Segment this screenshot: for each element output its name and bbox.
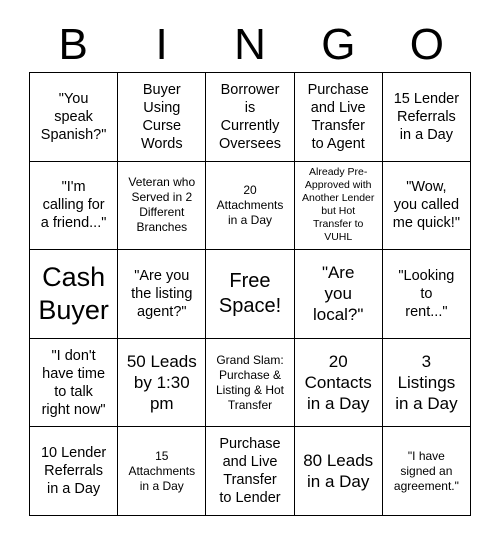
bingo-cell-r1-c2[interactable]: Buyer Using Curse Words [118, 73, 207, 162]
bingo-cell-label: "Are you the listing agent?" [131, 267, 193, 320]
bingo-cell-label: "You speak Spanish?" [40, 90, 107, 143]
bingo-cell-label: "Wow, you called me quick!" [392, 179, 460, 232]
bingo-cell-r5-c1[interactable]: 10 Lender Referrals in a Day [30, 427, 119, 516]
bingo-cell-r1-c3[interactable]: Borrower is Currently Oversees [206, 73, 295, 162]
bingo-cell-label: 20 Contacts in a Day [304, 352, 372, 414]
bingo-free-space-cell[interactable]: Free Space! [206, 250, 295, 339]
bingo-cell-r1-c4[interactable]: Purchase and Live Transfer to Agent [294, 73, 383, 162]
bingo-header-letter-g: G [321, 20, 356, 69]
bingo-cell-label: "I don't have time to talk right now" [41, 347, 106, 418]
bingo-cell-label: Veteran who Served in 2 Different Branch… [128, 175, 196, 235]
bingo-cell-r4-c5[interactable]: 3 Listings in a Day [382, 338, 471, 428]
bingo-cell-r2-c3[interactable]: 20 Attachments in a Day [206, 161, 295, 251]
bingo-cell-r5-c2[interactable]: 15 Attachments in a Day [118, 427, 207, 516]
bingo-cell-label: Purchase and Live Transfer to Agent [307, 81, 369, 152]
bingo-cell-r5-c4[interactable]: 80 Leads in a Day [294, 427, 383, 516]
bingo-cell-label: 50 Leads by 1:30 pm [126, 352, 197, 414]
bingo-cell-r5-c5[interactable]: "I have signed an agreement." [382, 427, 471, 516]
bingo-cell-r1-c1[interactable]: "You speak Spanish?" [30, 73, 119, 162]
bingo-header-letter-o: O [409, 20, 444, 69]
bingo-grid: "You speak Spanish?" Buyer Using Curse Wo… [29, 72, 471, 516]
bingo-cell-r4-c3[interactable]: Grand Slam: Purchase & Listing & Hot Tra… [206, 338, 295, 428]
bingo-cell-label: Purchase and Live Transfer to Lender [219, 436, 281, 507]
bingo-card: B I N G O "You speak Spanish?" Buyer Usin… [0, 0, 500, 544]
bingo-cell-label: "I'm calling for a friend..." [40, 179, 107, 232]
bingo-cell-r4-c4[interactable]: 20 Contacts in a Day [294, 338, 383, 428]
bingo-cell-label: 20 Attachments in a Day [216, 182, 284, 227]
bingo-cell-r2-c2[interactable]: Veteran who Served in 2 Different Branch… [118, 161, 207, 251]
bingo-cell-r3-c2[interactable]: "Are you the listing agent?" [118, 250, 207, 339]
bingo-header-letter-n: N [234, 20, 266, 69]
bingo-cell-label: Borrower is Currently Oversees [218, 81, 282, 152]
bingo-cell-label: 3 Listings in a Day [395, 352, 458, 414]
bingo-cell-r2-c5[interactable]: "Wow, you called me quick!" [382, 161, 471, 251]
bingo-cell-r2-c1[interactable]: "I'm calling for a friend..." [30, 161, 119, 251]
bingo-header-letter-b: B [58, 20, 88, 69]
bingo-cell-label: "Looking to rent..." [398, 267, 455, 320]
bingo-cell-label: 80 Leads in a Day [303, 451, 374, 492]
bingo-cell-label: 10 Lender Referrals in a Day [40, 445, 107, 498]
bingo-cell-label: Cash Buyer [38, 261, 109, 325]
bingo-cell-r3-c1[interactable]: Cash Buyer [30, 250, 119, 339]
bingo-cell-r2-c4[interactable]: Already Pre- Approved with Another Lende… [294, 161, 383, 251]
bingo-cell-r5-c3[interactable]: Purchase and Live Transfer to Lender [206, 427, 295, 516]
bingo-cell-r1-c5[interactable]: 15 Lender Referrals in a Day [382, 73, 471, 162]
bingo-cell-label: Buyer Using Curse Words [140, 81, 183, 152]
bingo-header-row: B I N G O [29, 18, 471, 72]
bingo-cell-label: 15 Lender Referrals in a Day [393, 90, 460, 143]
bingo-cell-label: "I have signed an agreement." [393, 448, 459, 493]
bingo-cell-label: Already Pre- Approved with Another Lende… [302, 166, 375, 244]
bingo-cell-r4-c1[interactable]: "I don't have time to talk right now" [30, 338, 119, 428]
bingo-cell-label: Free Space! [218, 269, 282, 317]
bingo-cell-label: Grand Slam: Purchase & Listing & Hot Tra… [215, 352, 285, 412]
bingo-cell-label: "Are you local?" [312, 263, 364, 325]
bingo-cell-r3-c5[interactable]: "Looking to rent..." [382, 250, 471, 339]
bingo-cell-r3-c4[interactable]: "Are you local?" [294, 250, 383, 339]
bingo-header-letter-i: I [155, 20, 168, 69]
bingo-cell-r4-c2[interactable]: 50 Leads by 1:30 pm [118, 338, 207, 428]
bingo-cell-label: 15 Attachments in a Day [128, 448, 196, 493]
